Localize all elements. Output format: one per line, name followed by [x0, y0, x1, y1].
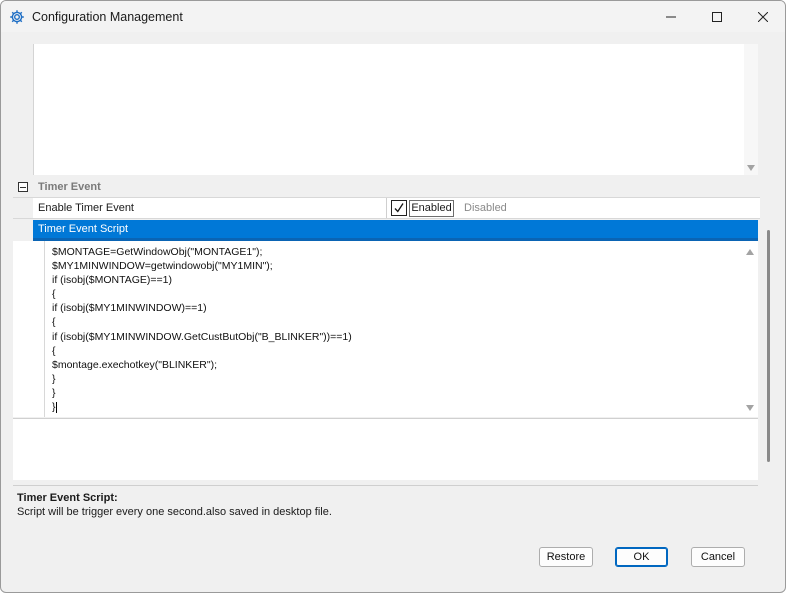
configuration-window: Configuration Management Timer Event Ena… — [0, 0, 786, 593]
title-bar[interactable]: Configuration Management — [1, 1, 785, 32]
previous-property-editor — [13, 42, 760, 175]
window-title: Configuration Management — [32, 10, 183, 24]
category-timer-event: Timer Event — [13, 177, 760, 197]
close-icon — [758, 11, 768, 22]
close-button[interactable] — [740, 1, 785, 32]
minimize-button[interactable] — [648, 1, 694, 32]
script-line: { — [52, 288, 56, 301]
maximize-icon — [712, 11, 722, 22]
column-divider[interactable] — [386, 198, 387, 218]
script-line: $MY1MINWINDOW=getwindowobj("MY1MIN"); — [52, 260, 273, 273]
scroll-down-icon[interactable] — [746, 405, 754, 411]
category-label: Timer Event — [38, 181, 101, 193]
script-line: } — [52, 401, 57, 414]
scroll-down-icon[interactable] — [747, 165, 755, 171]
maximize-button[interactable] — [694, 1, 740, 32]
script-line: if (isobj($MY1MINWINDOW)==1) — [52, 302, 207, 315]
scrollbar-thumb[interactable] — [767, 230, 770, 462]
description-text: Script will be trigger every one second.… — [17, 506, 332, 518]
description-title: Timer Event Script: — [17, 492, 118, 504]
cancel-button[interactable]: Cancel — [691, 547, 745, 567]
script-line: $montage.exechotkey("BLINKER"); — [52, 358, 218, 371]
collapse-icon[interactable] — [18, 182, 28, 192]
gear-icon — [9, 9, 25, 25]
property-row-timer-script[interactable]: Timer Event Script — [33, 220, 758, 241]
ok-button[interactable]: OK — [615, 547, 668, 567]
minimize-icon — [666, 12, 676, 22]
previous-script-area[interactable] — [33, 44, 744, 175]
script-line: $MONTAGE=GetWindowObj("MONTAGE1"); — [52, 246, 263, 258]
script-line: if (isobj($MY1MINWINDOW.GetCustButObj("B… — [52, 330, 352, 343]
description-panel: Timer Event Script: Script will be trigg… — [13, 485, 758, 523]
property-grid-empty-area — [13, 418, 758, 480]
restore-button[interactable]: Restore — [539, 547, 593, 567]
enabled-option[interactable]: Enabled — [409, 200, 454, 217]
scroll-up-icon[interactable] — [746, 249, 754, 255]
script-line: { — [52, 344, 56, 357]
disabled-option[interactable]: Disabled — [464, 202, 507, 214]
script-line: } — [52, 386, 56, 399]
script-line: { — [52, 316, 56, 329]
previous-script-scrollbar[interactable] — [744, 44, 758, 175]
property-grid-scrollbar[interactable] — [764, 41, 774, 481]
enable-timer-checkbox[interactable] — [391, 200, 407, 216]
script-line: if (isobj($MONTAGE)==1) — [52, 274, 172, 287]
script-line: } — [52, 372, 56, 385]
property-row-enable-timer: Enable Timer Event Enabled Disabled — [13, 197, 760, 219]
selected-row-label: Timer Event Script — [38, 223, 129, 235]
property-name: Enable Timer Event — [38, 202, 134, 214]
text-caret — [55, 401, 57, 413]
timer-script-editor[interactable]: $MONTAGE=GetWindowObj("MONTAGE1"); $MY1MI… — [13, 241, 758, 417]
script-text-area[interactable]: $MONTAGE=GetWindowObj("MONTAGE1"); $MY1MI… — [52, 245, 732, 414]
script-scrollbar[interactable] — [743, 245, 757, 415]
checkmark-icon — [394, 203, 404, 213]
